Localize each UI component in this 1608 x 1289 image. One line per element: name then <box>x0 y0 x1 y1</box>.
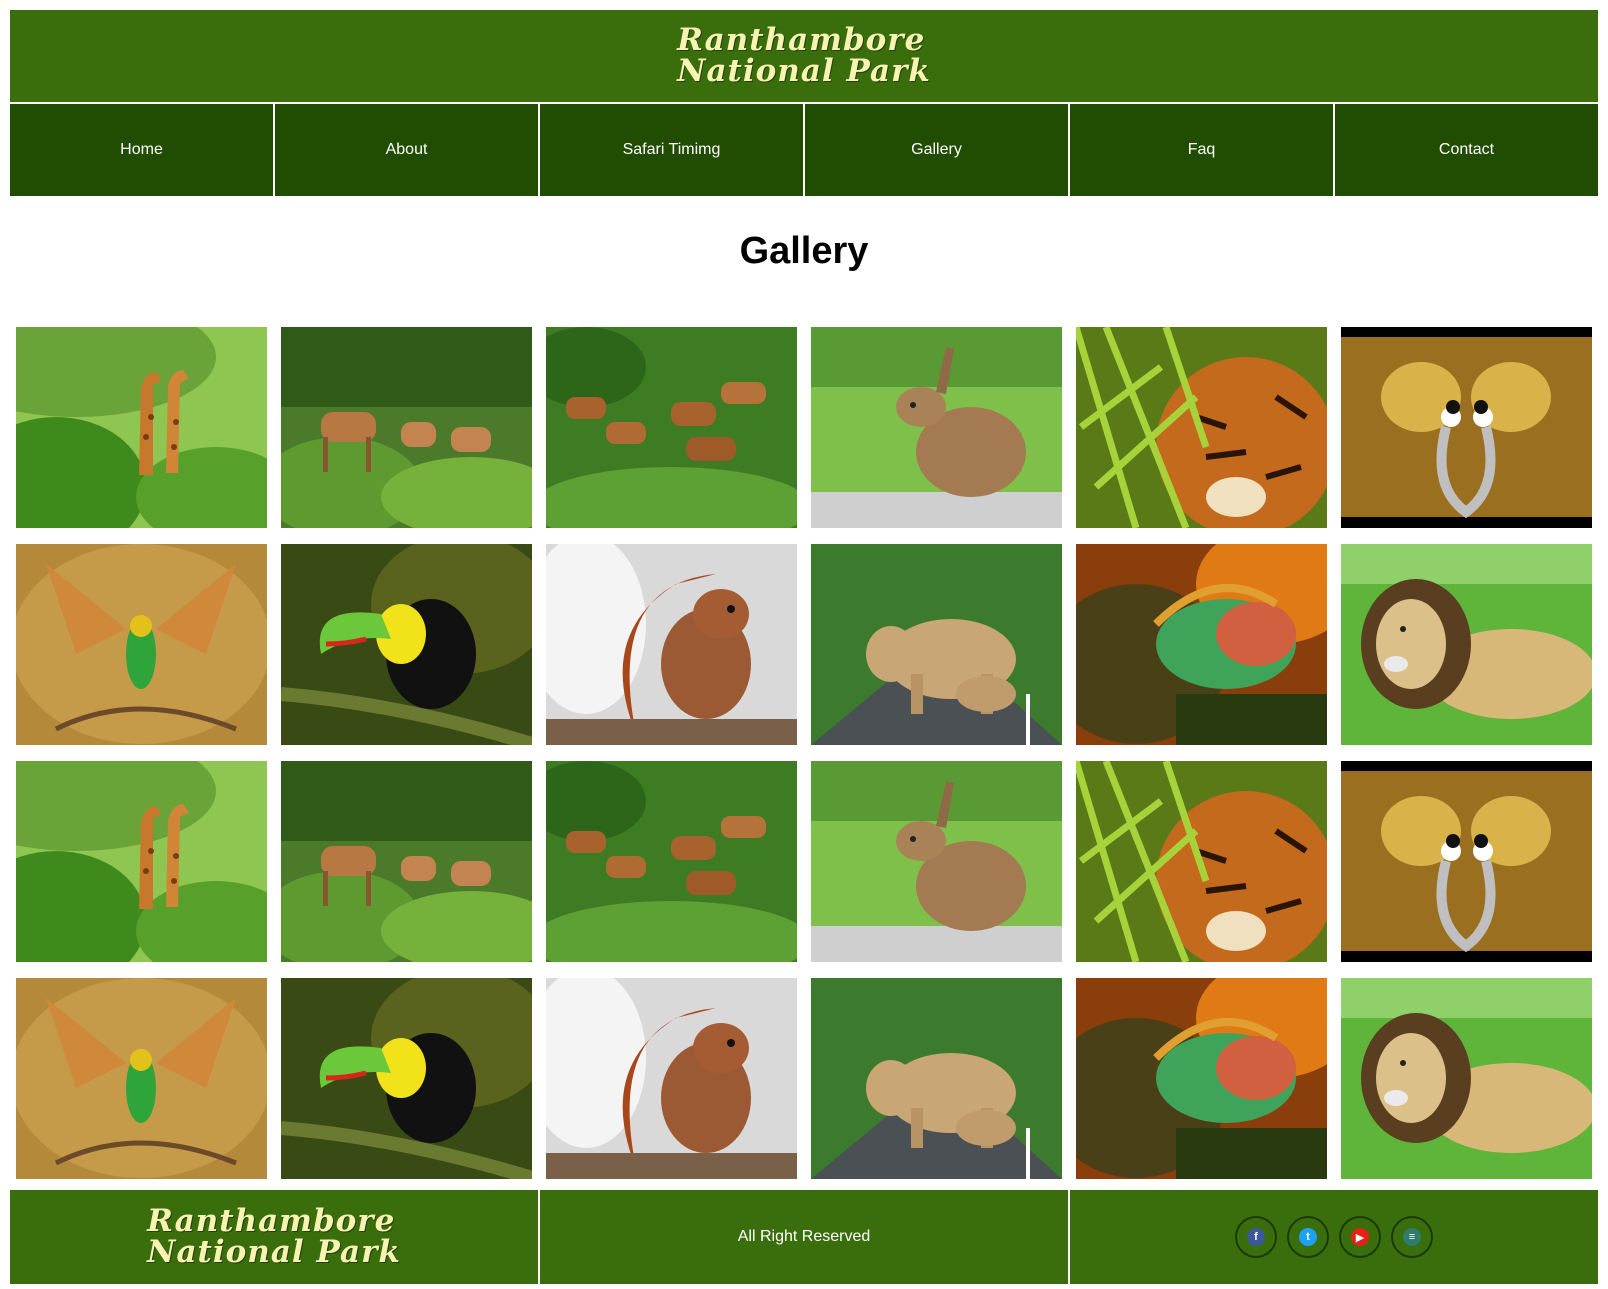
social-links: f t ▶ ≡ <box>1235 1216 1433 1258</box>
logo-line-2: National Park <box>677 53 931 89</box>
footer-social-cell: f t ▶ ≡ <box>1070 1190 1598 1284</box>
footer-logo[interactable]: Ranthambore National Park <box>147 1206 401 1268</box>
nav-item-safari-timing[interactable]: Safari Timimg <box>540 104 803 196</box>
gallery-photo-tiger-in-bamboo[interactable] <box>1076 761 1327 962</box>
gallery-photo-iguana[interactable] <box>1076 978 1327 1179</box>
gallery-photo-deer-in-forest[interactable] <box>281 761 532 962</box>
site-header: Ranthambore National Park <box>10 10 1598 102</box>
gallery-photo-toucan[interactable] <box>281 544 532 745</box>
footer-logo-line-2: National Park <box>147 1234 401 1270</box>
gallery-photo-hare[interactable] <box>811 327 1062 528</box>
nav-item-contact[interactable]: Contact <box>1335 104 1598 196</box>
gallery-photo-lion[interactable] <box>1341 544 1592 745</box>
twitter-link[interactable]: t <box>1287 1216 1329 1258</box>
site-footer: Ranthambore National Park All Right Rese… <box>10 1190 1598 1284</box>
footer-logo-line-1: Ranthambore <box>147 1203 396 1239</box>
gallery-photo-spotted-deer-herd[interactable] <box>546 761 797 962</box>
gallery-photo-giraffes[interactable] <box>16 761 267 962</box>
site-logo[interactable]: Ranthambore National Park <box>677 25 931 87</box>
nav-item-gallery[interactable]: Gallery <box>805 104 1068 196</box>
gallery-photo-bee-eater-bird[interactable] <box>16 978 267 1179</box>
facebook-icon: f <box>1247 1228 1265 1246</box>
nav-item-faq[interactable]: Faq <box>1070 104 1333 196</box>
footer-logo-cell: Ranthambore National Park <box>10 1190 538 1284</box>
gallery-photo-squirrel[interactable] <box>546 978 797 1179</box>
logo-line-1: Ranthambore <box>677 22 926 58</box>
gallery-photo-elephants-crossing-road[interactable] <box>811 978 1062 1179</box>
web-icon: ≡ <box>1403 1228 1421 1246</box>
footer-copyright-cell: All Right Reserved <box>540 1190 1068 1284</box>
facebook-link[interactable]: f <box>1235 1216 1277 1258</box>
copyright-text: All Right Reserved <box>737 1228 871 1245</box>
gallery-photo-toucan[interactable] <box>281 978 532 1179</box>
gallery-photo-deer-in-forest[interactable] <box>281 327 532 528</box>
gallery-photo-iguana[interactable] <box>1076 544 1327 745</box>
gallery-photo-bee-eater-bird[interactable] <box>16 544 267 745</box>
gallery-photo-tiger-in-bamboo[interactable] <box>1076 327 1327 528</box>
gallery-photo-spotted-deer-herd[interactable] <box>546 327 797 528</box>
gallery-photo-lion[interactable] <box>1341 978 1592 1179</box>
youtube-icon: ▶ <box>1351 1228 1369 1246</box>
web-link[interactable]: ≡ <box>1391 1216 1433 1258</box>
page-title: Gallery <box>739 230 869 272</box>
gallery-photo-crowned-cranes[interactable] <box>1341 761 1592 962</box>
nav-item-home[interactable]: Home <box>10 104 273 196</box>
twitter-icon: t <box>1299 1228 1317 1246</box>
gallery-photo-crowned-cranes[interactable] <box>1341 327 1592 528</box>
youtube-link[interactable]: ▶ <box>1339 1216 1381 1258</box>
gallery-photo-elephants-crossing-road[interactable] <box>811 544 1062 745</box>
photo-gallery <box>16 327 1594 1179</box>
gallery-photo-squirrel[interactable] <box>546 544 797 745</box>
gallery-photo-hare[interactable] <box>811 761 1062 962</box>
gallery-photo-giraffes[interactable] <box>16 327 267 528</box>
nav-item-about[interactable]: About <box>275 104 538 196</box>
main-nav: Home About Safari Timimg Gallery Faq Con… <box>10 104 1598 196</box>
